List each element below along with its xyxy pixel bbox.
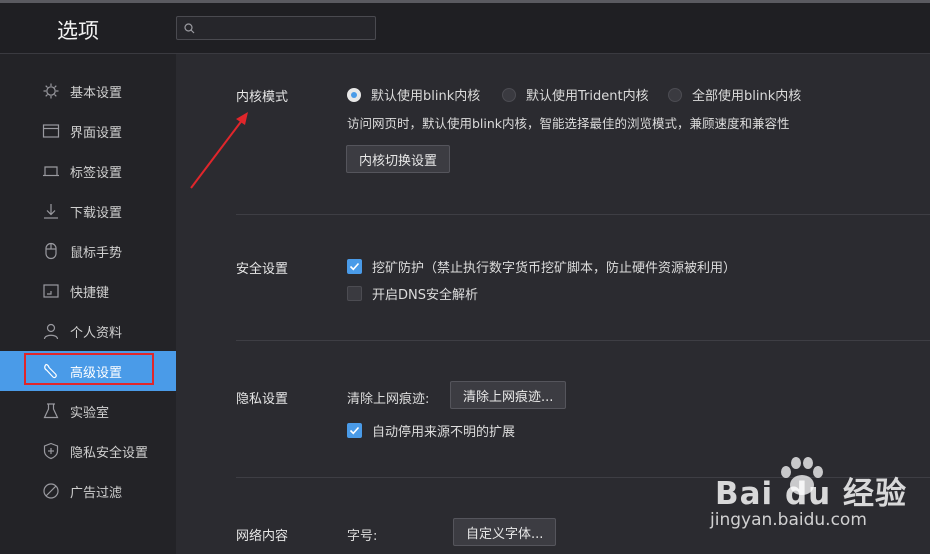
window-icon [42,124,60,138]
search-box[interactable] [176,16,376,40]
sidebar: 基本设置 界面设置 标签设置 下载设置 鼠标手势 快捷键 个人资料 高级设置 实… [0,54,176,554]
section-title-kernel: 内核模式 [236,90,289,105]
checkbox-label: 自动停用来源不明的扩展 [372,425,516,440]
sidebar-item-mouse[interactable]: 鼠标手势 [0,231,176,271]
sidebar-item-lab[interactable]: 实验室 [0,391,176,431]
radio-blink-all[interactable]: 全部使用blink内核 [668,85,801,104]
search-icon [184,23,195,34]
sidebar-item-label: 快捷键 [70,286,110,301]
checkbox-label: 挖矿防护（禁止执行数字货币挖矿脚本，防止硬件资源被利用） [372,261,737,276]
checkbox-indicator [347,423,362,438]
header: 选项 [0,3,930,54]
radio-indicator [502,87,516,102]
keyboard-icon [43,284,59,298]
divider [236,340,930,341]
gear-icon [43,83,59,99]
sidebar-item-shortcuts[interactable]: 快捷键 [0,271,176,311]
sidebar-item-label: 个人资料 [70,326,123,341]
sidebar-item-advanced[interactable]: 高级设置 [0,351,176,391]
sidebar-item-basic[interactable]: 基本设置 [0,71,176,111]
section-title-security: 安全设置 [236,262,289,277]
checkbox-indicator [347,286,362,301]
checkbox-label: 开启DNS安全解析 [372,288,478,303]
wrench-icon [44,363,57,379]
radio-label: 全部使用blink内核 [692,89,802,104]
radio-indicator [347,87,361,102]
sidebar-item-download[interactable]: 下载设置 [0,191,176,231]
kernel-switch-button[interactable]: 内核切换设置 [346,145,451,173]
kernel-description: 访问网页时，默认使用blink内核，智能选择最佳的浏览模式，兼顾速度和兼容性 [347,116,790,131]
mouse-icon [45,242,57,260]
clear-traces-button[interactable]: 清除上网痕迹... [450,381,567,409]
search-input[interactable] [201,19,371,37]
custom-font-button[interactable]: 自定义字体... [453,518,557,546]
block-icon [43,483,59,499]
download-icon [44,204,58,219]
checkbox-mining-protection[interactable]: 挖矿防护（禁止执行数字货币挖矿脚本，防止硬件资源被利用） [347,257,736,276]
watermark-url: jingyan.baidu.com [710,510,867,530]
radio-label: 默认使用blink内核 [371,89,481,104]
user-icon [43,323,59,340]
radio-indicator [668,87,682,102]
sidebar-item-interface[interactable]: 界面设置 [0,111,176,151]
page-title: 选项 [57,19,99,43]
baidu-jingyan-watermark: Bai du 经验 jingyan.baidu.com [690,450,920,550]
section-title-privacy: 隐私设置 [236,392,289,407]
watermark-brand: Bai du 经验 [715,476,908,512]
divider [236,214,930,215]
sidebar-item-tabs[interactable]: 标签设置 [0,151,176,191]
sidebar-item-label: 鼠标手势 [70,246,123,261]
check-icon [349,426,360,435]
sidebar-item-label: 基本设置 [70,86,123,101]
checkbox-disable-unknown-extensions[interactable]: 自动停用来源不明的扩展 [347,421,515,440]
font-size-label: 字号: [347,529,378,544]
radio-trident-default[interactable]: 默认使用Trident内核 [502,85,649,104]
checkbox-indicator [347,259,362,274]
shield-icon [43,442,59,460]
sidebar-item-label: 标签设置 [70,166,123,181]
flask-icon [43,403,59,419]
sidebar-item-profile[interactable]: 个人资料 [0,311,176,351]
sidebar-item-adblock[interactable]: 广告过滤 [0,471,176,511]
section-title-network: 网络内容 [236,529,289,544]
sidebar-item-label: 界面设置 [70,126,123,141]
clear-traces-label: 清除上网痕迹: [347,392,430,407]
radio-label: 默认使用Trident内核 [526,89,649,104]
checkbox-dns-security[interactable]: 开启DNS安全解析 [347,284,478,303]
radio-blink-default[interactable]: 默认使用blink内核 [347,85,480,104]
sidebar-item-label: 实验室 [70,406,110,421]
sidebar-item-label: 下载设置 [70,206,123,221]
sidebar-item-label: 广告过滤 [70,486,123,501]
check-icon [349,262,360,271]
tab-icon [43,166,59,177]
sidebar-item-privacy-security[interactable]: 隐私安全设置 [0,431,176,471]
sidebar-item-label: 高级设置 [70,366,123,381]
sidebar-item-label: 隐私安全设置 [70,446,149,461]
